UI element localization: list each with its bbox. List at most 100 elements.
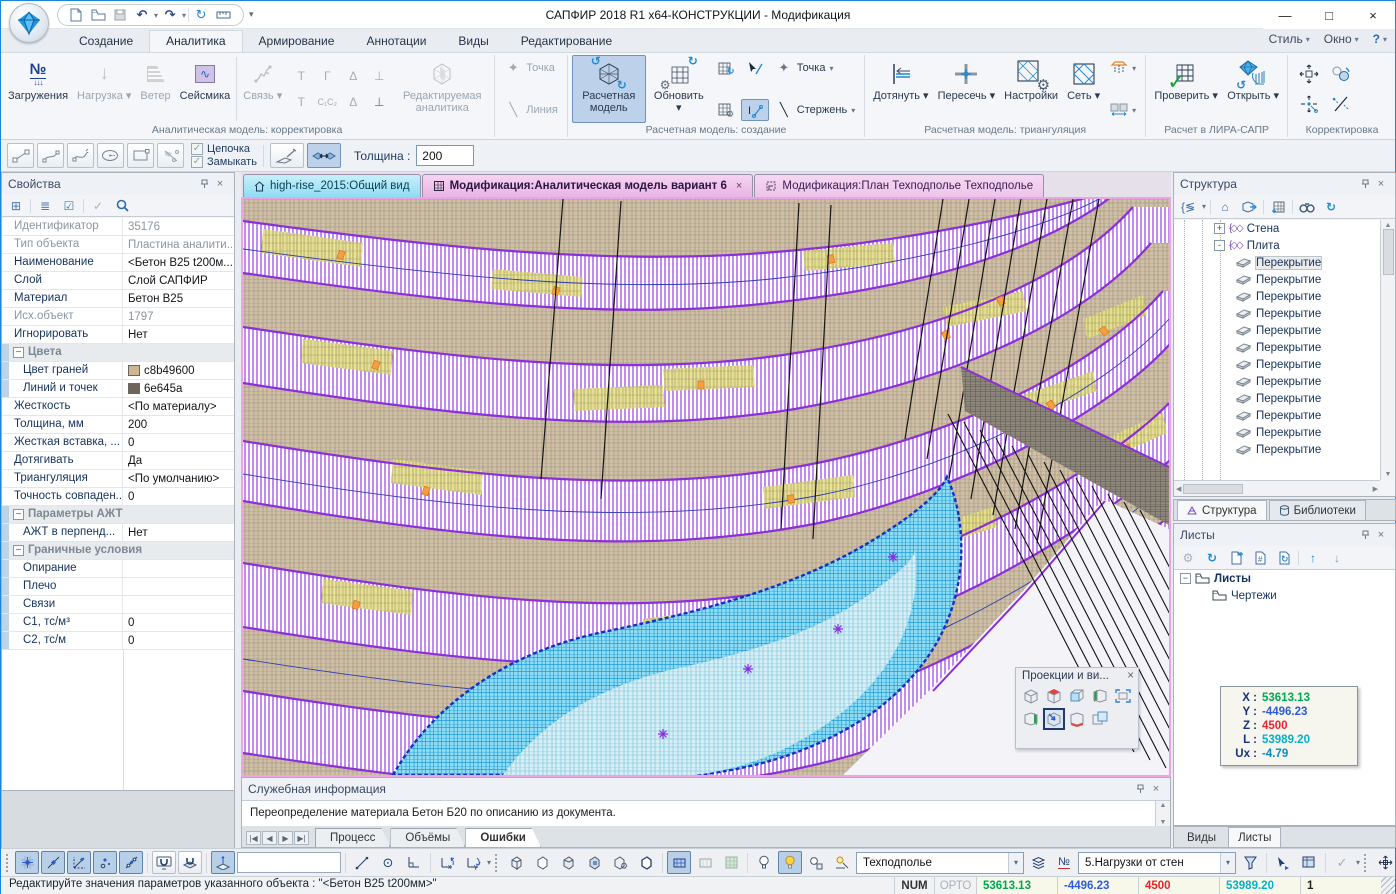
view-front-icon[interactable] (1066, 685, 1088, 707)
redo-icon[interactable]: ↷ (160, 6, 180, 24)
workplane-selector[interactable]: Техподполье▾ (856, 852, 1024, 874)
expand-icon[interactable]: + (1214, 223, 1225, 234)
property-row[interactable]: Идентификатор 35176 (2, 218, 234, 236)
sheet-add-icon[interactable] (1226, 548, 1246, 567)
move-node-icon[interactable] (1294, 90, 1324, 118)
pin-icon[interactable] (1357, 176, 1373, 192)
display-settings-icon[interactable]: ⚙ (608, 851, 632, 874)
undo-dropdown-icon[interactable]: ▾ (154, 11, 158, 20)
update-model-button[interactable]: ⚙↻Обновить ▾ (647, 55, 711, 123)
list-view-icon[interactable]: ≣ (35, 197, 55, 215)
display-shaded-icon[interactable] (556, 851, 580, 874)
tree-leaf-slab[interactable]: Перекрытие (1174, 288, 1380, 305)
expand-icon[interactable]: - (1214, 240, 1225, 251)
resize-grip[interactable] (1381, 877, 1395, 894)
tab-analitika[interactable]: Аналитика (149, 30, 242, 52)
service-tab-nav[interactable]: |◀◀▶▶| (246, 831, 309, 845)
update-selected-button[interactable]: ↻ (712, 57, 740, 79)
plate-width-button[interactable]: ▾ (1105, 99, 1141, 121)
grouped-view-icon[interactable]: ⊞ (6, 197, 26, 215)
property-row[interactable]: Связи (2, 596, 234, 614)
tree-leaf-slab[interactable]: Перекрытие (1174, 373, 1380, 390)
property-group-row[interactable]: − Граничные условия (2, 542, 234, 560)
point-button-disabled[interactable]: ✦Точка (499, 57, 563, 79)
close-panel-icon[interactable]: × (212, 176, 228, 192)
tree-leaf-slab[interactable]: Перекрытие (1174, 424, 1380, 441)
measure-ruler-icon[interactable] (213, 6, 233, 24)
doc-tab-analytic-model[interactable]: Модификация:Аналитическая модель вариант… (422, 174, 754, 197)
property-row[interactable]: C1, тс/м³ 0 (2, 614, 234, 632)
property-row[interactable]: Жесткая вставка, ... 0 (2, 434, 234, 452)
tree-leaf-slab[interactable]: Перекрытие (1174, 407, 1380, 424)
close-contour-checkbox[interactable]: ✓Замыкать (191, 156, 257, 168)
display-wire-icon[interactable] (504, 851, 528, 874)
property-row[interactable]: Игнорировать Нет (2, 326, 234, 344)
refresh-icon[interactable]: ↻ (1321, 197, 1341, 216)
binoculars-icon[interactable] (1297, 197, 1317, 216)
seismic-button[interactable]: ∿Сейсмика (176, 55, 235, 123)
draw-ellipse-button[interactable] (97, 143, 124, 168)
close-doc-tab-icon[interactable]: × (736, 180, 742, 192)
collapse-icon[interactable]: − (13, 545, 24, 556)
support-c1c2-icon[interactable]: C₁C₂ (315, 90, 339, 114)
filter-icon[interactable] (1238, 851, 1262, 874)
loadcases-button[interactable]: №↓↓↓Загружения (4, 55, 72, 123)
property-row[interactable]: Дотягивать Да (2, 452, 234, 470)
sheet-update-icon[interactable]: ↻ (1274, 548, 1294, 567)
export-box-icon[interactable] (1239, 197, 1259, 216)
snap-on-line-icon[interactable] (119, 851, 143, 874)
tab-structure[interactable]: Структура (1177, 500, 1267, 520)
rotate-ucs-y-icon[interactable]: y (461, 851, 485, 874)
property-row[interactable]: Толщина, мм 200 (2, 416, 234, 434)
new-doc-icon[interactable] (66, 6, 86, 24)
table-filter-icon[interactable] (1297, 851, 1321, 874)
draw-polyline-button[interactable] (37, 143, 64, 168)
search-icon[interactable] (112, 197, 132, 215)
property-row[interactable]: Плечо (2, 578, 234, 596)
magnet-model-icon[interactable] (178, 851, 202, 874)
load-button[interactable]: ↓Нагрузка ▾ (73, 55, 135, 123)
qat-customize-icon[interactable]: ▾ (249, 9, 254, 20)
analytic-view-on-icon[interactable] (667, 851, 691, 874)
support-hanger-icon[interactable]: ⊥ (367, 64, 391, 88)
property-group-row[interactable]: − Цвета (2, 344, 234, 362)
service-scrollbar[interactable]: ▲▼ (1155, 801, 1170, 827)
tab-annotacii[interactable]: Аннотации (350, 31, 442, 52)
sheet-settings-icon[interactable]: ⚙ (1178, 548, 1198, 567)
tree-leaf-slab[interactable]: Перекрытие (1174, 254, 1380, 271)
close-panel-icon[interactable]: × (1373, 176, 1389, 192)
service-tab-volumes[interactable]: Объёмы (390, 828, 465, 847)
tree-leaf-slab[interactable]: Перекрытие (1174, 390, 1380, 407)
beam-tool-button[interactable]: I (741, 99, 769, 121)
move-object-icon[interactable] (1294, 60, 1324, 88)
sheets-child-row[interactable]: Чертежи (1174, 587, 1395, 604)
property-row[interactable]: Линий и точек 6e645a (2, 380, 234, 398)
view-fit-icon[interactable] (1112, 685, 1134, 707)
light-off-icon[interactable] (752, 851, 776, 874)
sheets-root-row[interactable]: − Листы (1174, 570, 1395, 587)
trowel-tool-button[interactable] (270, 143, 304, 168)
light-on-icon[interactable] (778, 851, 802, 874)
structure-vscrollbar[interactable]: ▲▼ (1380, 220, 1395, 480)
ajt-roof-button[interactable]: ▾ (1105, 57, 1141, 79)
menu-window[interactable]: Окно▾ (1324, 32, 1359, 46)
redo-dropdown-icon[interactable]: ▾ (182, 11, 186, 20)
draw-spline-button[interactable] (67, 143, 94, 168)
pin-icon[interactable] (1357, 527, 1373, 543)
workplane-icon[interactable] (211, 851, 235, 874)
loadcase-selector[interactable]: 5.Нагрузки от стен▾ (1078, 852, 1236, 874)
ucs-more-icon[interactable]: ▾ (487, 858, 491, 867)
light-scene-icon[interactable] (830, 851, 854, 874)
view-bottom-icon[interactable] (1066, 708, 1088, 730)
add-frame-icon[interactable] (1268, 197, 1288, 216)
light-point-icon[interactable] (804, 851, 828, 874)
triangulation-settings-button[interactable]: ⚙Настройки (1000, 55, 1062, 123)
editable-analytics-button[interactable]: Редактируемая аналитика (394, 55, 490, 123)
property-row[interactable]: Цвет граней c8b49600 (2, 362, 234, 380)
analytic-model-button[interactable]: ↺↻Расчетная модель (572, 55, 646, 123)
tab-libraries[interactable]: Библиотеки (1269, 500, 1366, 520)
tree-leaf-slab[interactable]: Перекрытие (1174, 441, 1380, 458)
tab-views[interactable]: Виды (1177, 827, 1226, 847)
snap-point-icon[interactable] (93, 851, 117, 874)
line-button-disabled[interactable]: ╲Линия (499, 99, 563, 121)
